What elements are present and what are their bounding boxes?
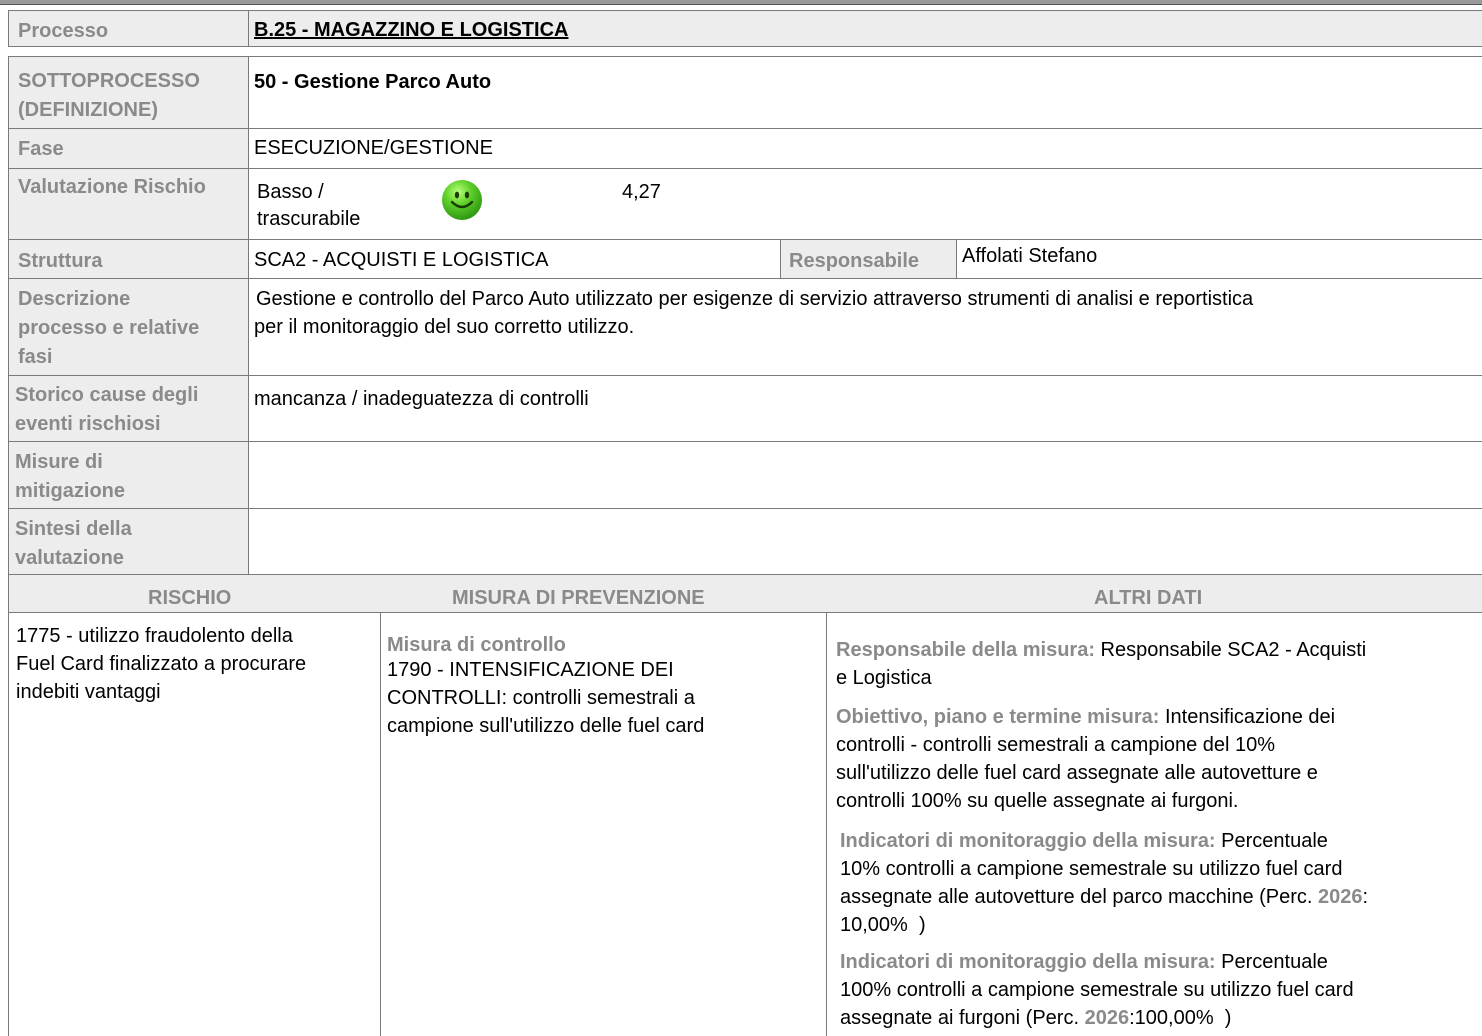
rischio-line1: 1775 - utilizzo fraudolento della	[16, 625, 293, 647]
descrizione-label-line2: processo e relative	[18, 317, 200, 339]
header-rischio: RISCHIO	[148, 587, 232, 609]
descrizione-value-line2: per il monitoraggio del suo corretto uti…	[254, 316, 635, 338]
ind2-perc: :100,00% )	[1129, 1007, 1232, 1029]
altri-ind1-line2: 10% controlli a campione semestrale su u…	[840, 858, 1343, 880]
misure-label-line2: mitigazione	[15, 480, 126, 502]
ind2-label: Indicatori di monitoraggio della misura:	[840, 951, 1216, 973]
rischio-line2: Fuel Card finalizzato a procurare	[16, 653, 307, 675]
responsabile-label: Responsabile	[789, 250, 920, 272]
altri-obiettivo-line1: Obiettivo, piano e termine misura: Inten…	[836, 706, 1335, 729]
altri-resp-line1: Responsabile della misura: Responsabile …	[836, 639, 1366, 662]
altri-ind1-line1: Indicatori di monitoraggio della misura:…	[840, 830, 1328, 853]
smiley-green-icon	[442, 180, 482, 220]
header-altri-dati: ALTRI DATI	[1094, 587, 1203, 609]
valutazione-level-line2: trascurabile	[257, 208, 361, 230]
resp-label: Responsabile della misura:	[836, 639, 1095, 661]
valutazione-label: Valutazione Rischio	[18, 176, 206, 198]
altri-ind1-line4: 10,00% )	[840, 914, 926, 936]
ind1-colon: :	[1362, 886, 1369, 908]
sintesi-label-line2: valutazione	[15, 547, 124, 569]
misura-line2: CONTROLLI: controlli semestrali a	[387, 687, 695, 709]
processo-label: Processo	[18, 20, 109, 42]
misura-line1: 1790 - INTENSIFICAZIONE DEI	[387, 659, 674, 681]
ind2-year: 2026	[1084, 1007, 1130, 1029]
obiettivo-value: Intensificazione dei	[1159, 706, 1336, 728]
fase-value: ESECUZIONE/GESTIONE	[254, 137, 493, 159]
storico-label-line2: eventi rischiosi	[15, 413, 161, 435]
sottoprocesso-label-line2: (DEFINIZIONE)	[18, 99, 158, 121]
altri-obiettivo-line4: controlli 100% su quelle assegnate ai fu…	[836, 790, 1239, 812]
obiettivo-label: Obiettivo, piano e termine misura:	[836, 706, 1160, 728]
misure-label-line1: Misure di	[15, 451, 103, 473]
ind1-value: Percentuale	[1215, 830, 1328, 852]
rischio-line3: indebiti vantaggi	[16, 681, 161, 703]
ind1-year: 2026	[1318, 886, 1363, 908]
struttura-label: Struttura	[18, 250, 103, 272]
sintesi-label-line1: Sintesi della	[15, 518, 132, 540]
altri-ind2-line2: 100% controlli a campione semestrale su …	[840, 979, 1354, 1001]
header-misura: MISURA DI PREVENZIONE	[452, 587, 705, 609]
altri-ind2-line1: Indicatori di monitoraggio della misura:…	[840, 951, 1328, 974]
resp-value: Responsabile SCA2 - Acquisti	[1094, 639, 1367, 661]
valutazione-score: 4,27	[622, 181, 661, 203]
ind1-label: Indicatori di monitoraggio della misura:	[840, 830, 1216, 852]
altri-ind2-line3: assegnate ai furgoni (Perc. 2026:100,00%…	[840, 1007, 1231, 1030]
sottoprocesso-label-line1: SOTTOPROCESSO	[18, 70, 200, 92]
misura-line3: campione sull'utilizzo delle fuel card	[387, 715, 705, 737]
descrizione-value-line1: Gestione e controllo del Parco Auto util…	[256, 288, 1254, 310]
altri-obiettivo-line3: sull'utilizzo delle fuel card assegnate …	[836, 762, 1318, 784]
ind2-line3-text: assegnate ai furgoni (Perc.	[840, 1007, 1085, 1029]
altri-ind1-line3: assegnate alle autovetture del parco mac…	[840, 886, 1368, 909]
valutazione-level-line1: Basso /	[257, 181, 324, 203]
storico-label-line1: Storico cause degli	[15, 384, 199, 406]
responsabile-value: Affolati Stefano	[962, 245, 1098, 267]
ind2-value: Percentuale	[1215, 951, 1328, 973]
fase-label: Fase	[18, 138, 64, 160]
storico-value: mancanza / inadeguatezza di controlli	[254, 388, 589, 410]
altri-resp-line2: e Logistica	[836, 667, 932, 689]
descrizione-label-line1: Descrizione	[18, 288, 131, 310]
misura-type: Misura di controllo	[387, 634, 566, 656]
processo-link[interactable]: B.25 - MAGAZZINO E LOGISTICA	[254, 19, 568, 42]
sottoprocesso-value: 50 - Gestione Parco Auto	[254, 71, 492, 93]
ind1-line3-text: assegnate alle autovetture del parco mac…	[840, 886, 1319, 908]
altri-obiettivo-line2: controlli - controlli semestrali a campi…	[836, 734, 1276, 756]
processo-row-bg	[8, 10, 1482, 46]
struttura-value: SCA2 - ACQUISTI E LOGISTICA	[254, 249, 549, 271]
descrizione-label-line3: fasi	[18, 346, 53, 368]
